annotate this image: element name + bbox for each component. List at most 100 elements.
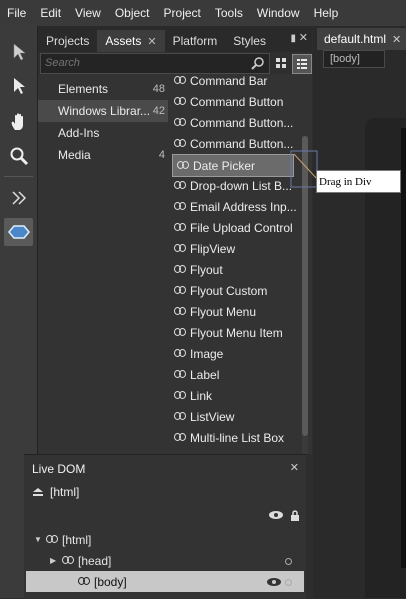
control-icon	[174, 181, 186, 189]
pin-icon[interactable]: ▮	[290, 33, 296, 44]
arrow-icon	[13, 43, 26, 61]
drag-tooltip: Drag in Div	[316, 170, 401, 193]
menu-file[interactable]: File	[0, 6, 33, 20]
asset-item[interactable]: Label	[170, 364, 302, 385]
asset-item[interactable]: Flyout Custom	[170, 280, 302, 301]
asset-item-label: Image	[190, 346, 224, 361]
search-input[interactable]	[41, 54, 249, 71]
element-icon	[62, 556, 74, 564]
menu-object[interactable]: Object	[108, 6, 157, 20]
visibility-dot[interactable]	[285, 579, 292, 586]
asset-item[interactable]: Flyout Menu Item	[170, 322, 302, 343]
control-icon	[174, 328, 186, 336]
search-box	[40, 53, 270, 74]
dom-node-label: [body]	[94, 574, 127, 589]
menu-help[interactable]: Help	[307, 6, 346, 20]
breadcrumb[interactable]: [body]	[323, 50, 385, 68]
asset-item[interactable]: FlipView	[170, 238, 302, 259]
dom-tools	[268, 510, 300, 522]
selection-tool[interactable]	[4, 38, 33, 66]
tab-assets[interactable]: Assets ✕	[97, 30, 165, 52]
menu-project[interactable]: Project	[157, 6, 208, 20]
category-item[interactable]: Media 4	[38, 144, 168, 166]
asset-item-label: Flyout Custom	[190, 283, 268, 298]
pan-tool[interactable]	[4, 108, 33, 136]
control-icon	[174, 97, 186, 105]
control-icon	[174, 139, 186, 147]
element-icon	[78, 577, 90, 585]
asset-item-label: File Upload Control	[190, 220, 293, 235]
grid-icon	[276, 58, 286, 68]
arrow-icon	[13, 78, 25, 94]
zoom-tool[interactable]	[4, 142, 33, 170]
close-icon[interactable]: ✕	[290, 461, 299, 474]
asset-item-label: Command Button...	[190, 136, 294, 151]
direct-select-tool[interactable]	[4, 72, 33, 100]
grid-view-button[interactable]	[272, 54, 290, 72]
menu-tools[interactable]: Tools	[208, 6, 250, 20]
asset-item[interactable]: Command Button	[170, 91, 302, 112]
lock-icon[interactable]	[290, 510, 300, 522]
asset-item-label: Multi-line List Box	[190, 430, 285, 445]
category-item[interactable]: Elements 48	[38, 78, 168, 100]
doc-tab-label: default.html	[324, 32, 387, 46]
category-label: Windows Librar...	[58, 104, 151, 118]
search-icon[interactable]	[251, 56, 265, 70]
menu-view[interactable]: View	[68, 6, 108, 20]
category-count: 42	[152, 105, 165, 117]
control-icon	[174, 265, 186, 273]
assets-tool[interactable]	[4, 218, 33, 246]
tab-platform[interactable]: Platform	[165, 30, 226, 52]
close-icon[interactable]: ✕	[147, 35, 156, 48]
expand-arrow-icon[interactable]: ▼	[34, 535, 42, 544]
list-view-button[interactable]	[292, 54, 312, 74]
control-icon	[174, 118, 186, 126]
category-list: Elements 48 Windows Librar... 42 Add-Ins M…	[38, 74, 170, 454]
category-label: Media	[58, 148, 91, 162]
control-icon	[174, 76, 186, 84]
dom-node[interactable]: [body]	[26, 571, 304, 592]
visibility-dot[interactable]	[285, 558, 292, 565]
document-area: default.html ✕ [body]	[313, 26, 406, 598]
dom-node-label: [html]	[62, 532, 92, 547]
tab-styles[interactable]: Styles	[225, 30, 274, 52]
asset-item[interactable]: Flyout	[170, 259, 302, 280]
asset-item[interactable]: Link	[170, 385, 302, 406]
asset-item[interactable]: Command Button...	[170, 112, 302, 133]
category-count: 4	[158, 149, 165, 161]
expand-tool[interactable]	[4, 184, 33, 212]
control-icon	[174, 370, 186, 378]
tab-default-html[interactable]: default.html ✕	[317, 28, 406, 50]
dom-root[interactable]: [html]	[32, 485, 79, 499]
asset-item[interactable]: Drop-down List B...	[170, 175, 302, 196]
asset-item[interactable]: Command Button...	[170, 133, 302, 154]
list-icon	[297, 59, 307, 69]
expand-arrow-icon[interactable]: ▶	[50, 556, 56, 565]
dom-node[interactable]: ▼ [html]	[26, 529, 304, 550]
menu-edit[interactable]: Edit	[33, 6, 68, 20]
asset-item[interactable]: Date Picker	[172, 154, 294, 177]
control-icon	[177, 161, 189, 169]
category-item[interactable]: Add-Ins	[38, 122, 168, 144]
asset-item[interactable]: File Upload Control	[170, 217, 302, 238]
asset-item[interactable]: ListView	[170, 406, 302, 427]
close-icon[interactable]: ✕	[392, 33, 401, 46]
control-icon	[174, 286, 186, 294]
asset-item[interactable]: Command Bar	[170, 74, 302, 91]
eye-icon[interactable]	[268, 510, 284, 520]
asset-item[interactable]: Multi-line List Box	[170, 427, 302, 448]
menu-window[interactable]: Window	[250, 6, 307, 20]
menu-bar: File Edit View Object Project Tools Wind…	[0, 0, 406, 26]
eye-icon[interactable]	[266, 577, 282, 587]
dom-node[interactable]: ▶ [head]	[26, 550, 304, 571]
category-item[interactable]: Windows Librar... 42	[38, 100, 168, 122]
tab-projects[interactable]: Projects	[38, 30, 97, 52]
hand-icon	[11, 113, 23, 130]
asset-item[interactable]: Flyout Menu	[170, 301, 302, 322]
asset-item[interactable]: Email Address Inp...	[170, 196, 302, 217]
control-icon	[174, 223, 186, 231]
close-icon[interactable]: ✕	[299, 31, 308, 44]
category-label: Add-Ins	[58, 126, 100, 140]
asset-item[interactable]: Image	[170, 343, 302, 364]
assets-icon	[7, 225, 30, 239]
